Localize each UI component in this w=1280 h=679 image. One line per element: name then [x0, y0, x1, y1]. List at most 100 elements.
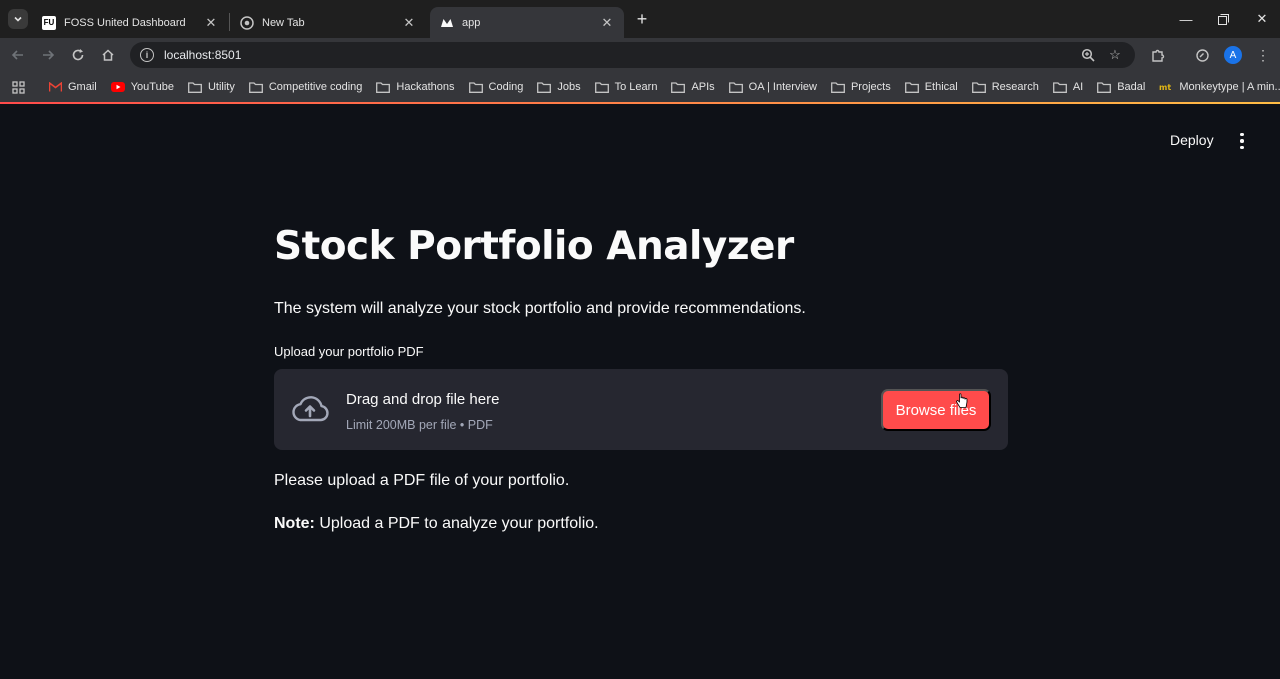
bookmark-label: Competitive coding	[268, 81, 363, 93]
tab-title: FOSS United Dashboard	[64, 16, 186, 29]
apps-grid-icon[interactable]	[12, 78, 25, 96]
dropzone-limit-text: Limit 200MB per file • PDF	[346, 418, 493, 432]
main-menu-icon[interactable]	[1232, 130, 1252, 152]
bookmark-folder[interactable]: Utility	[182, 76, 243, 98]
cloud-upload-icon	[292, 396, 329, 422]
bookmark-folder[interactable]: APIs	[665, 76, 722, 98]
bookmark-label: Hackathons	[396, 81, 455, 93]
bookmark-label: AI	[1072, 81, 1084, 93]
tab-title: app	[462, 16, 481, 29]
bookmark-label: Research	[991, 81, 1039, 93]
address-bar[interactable]: i localhost:8501 ☆	[130, 42, 1135, 68]
folder-icon	[188, 81, 202, 93]
info-message: Please upload a PDF file of your portfol…	[274, 472, 570, 489]
restore-icon[interactable]	[1212, 8, 1234, 30]
minimize-icon[interactable]: —	[1175, 8, 1197, 30]
uploader-label: Upload your portfolio PDF	[274, 344, 424, 359]
bookmark-label: Projects	[850, 81, 891, 93]
bookmark-folder[interactable]: Research	[966, 76, 1047, 98]
close-icon[interactable]: ✕	[402, 15, 416, 30]
bookmark-folder[interactable]: Projects	[825, 76, 899, 98]
streamlit-icon	[440, 16, 454, 30]
bookmark-label: To Learn	[614, 81, 658, 93]
folder-icon	[1052, 81, 1067, 93]
foss-united-favicon-icon: FU	[42, 15, 56, 30]
bookmark-folder[interactable]: Badal	[1091, 76, 1153, 98]
note-label: Note:	[274, 515, 315, 532]
deploy-button[interactable]: Deploy	[1160, 130, 1224, 150]
folder-icon	[376, 81, 391, 93]
folder-icon	[537, 81, 552, 93]
bookmark-folder[interactable]: Hackathons	[370, 76, 462, 98]
bookmark-label: YouTube	[130, 81, 174, 93]
tab-app[interactable]: app ✕	[430, 7, 624, 38]
performance-icon[interactable]	[1191, 44, 1213, 66]
site-info-icon[interactable]: i	[140, 48, 154, 62]
folder-icon	[468, 81, 483, 93]
bookmark-label: Coding	[488, 81, 524, 93]
browse-files-button[interactable]: Browse files	[881, 389, 991, 431]
browser-menu-icon[interactable]: ⋮	[1252, 44, 1274, 66]
bookmark-folder[interactable]: AI	[1047, 76, 1091, 98]
chevron-down-icon	[14, 16, 22, 22]
zoom-icon[interactable]	[1080, 47, 1096, 63]
gmail-icon	[49, 82, 62, 92]
bookmark-folder[interactable]: To Learn	[589, 76, 666, 98]
bookmark-label: Utility	[207, 81, 235, 93]
folder-icon	[248, 81, 263, 93]
folder-icon	[971, 81, 986, 93]
close-icon[interactable]: ✕	[204, 15, 218, 30]
profile-avatar[interactable]: A	[1224, 46, 1242, 64]
hand-cursor-icon	[956, 393, 968, 408]
bookmarks-bar: Gmail YouTube Utility Competitive coding…	[0, 72, 1280, 102]
close-window-icon[interactable]: ✕	[1251, 8, 1273, 30]
dropzone-title: Drag and drop file here	[346, 391, 500, 408]
browser-tab-strip: FU FOSS United Dashboard ✕ New Tab ✕ app…	[0, 0, 1280, 38]
note-text: Upload a PDF to analyze your portfolio.	[314, 515, 599, 532]
tab-new-tab[interactable]: New Tab ✕	[230, 7, 426, 38]
back-arrow-icon[interactable]	[7, 44, 29, 66]
tab-foss-united[interactable]: FU FOSS United Dashboard ✕	[32, 7, 228, 38]
tab-search-button[interactable]	[8, 9, 28, 29]
browser-toolbar: i localhost:8501 ☆ A ⋮	[0, 38, 1280, 72]
bookmark-label: Jobs	[557, 81, 581, 93]
bookmark-label: OA | Interview	[748, 81, 817, 93]
bookmark-folder[interactable]: Competitive coding	[243, 76, 371, 98]
folder-icon	[671, 81, 686, 93]
chrome-icon	[240, 15, 254, 30]
file-dropzone[interactable]: Drag and drop file here Limit 200MB per …	[274, 369, 1008, 450]
monkeytype-icon: mt	[1159, 82, 1173, 92]
folder-icon	[1097, 81, 1112, 93]
forward-arrow-icon[interactable]	[37, 44, 59, 66]
bookmark-star-icon[interactable]: ☆	[1107, 47, 1123, 63]
bookmark-label: Gmail	[68, 81, 97, 93]
app-viewport: Deploy Stock Portfolio Analyzer The syst…	[0, 104, 1280, 679]
extensions-icon[interactable]	[1147, 44, 1169, 66]
folder-icon	[594, 81, 609, 93]
close-icon[interactable]: ✕	[600, 15, 614, 30]
page-description: The system will analyze your stock portf…	[274, 300, 806, 317]
folder-icon	[728, 81, 743, 93]
bookmark-folder[interactable]: Ethical	[899, 76, 966, 98]
bookmark-monkeytype[interactable]: mt Monkeytype | A min...	[1153, 76, 1280, 98]
reload-icon[interactable]	[67, 44, 89, 66]
bookmark-folder[interactable]: OA | Interview	[723, 76, 825, 98]
bookmark-label: Monkeytype | A min...	[1179, 81, 1280, 93]
folder-icon	[904, 81, 919, 93]
new-tab-button[interactable]: +	[632, 9, 652, 29]
bookmark-gmail[interactable]: Gmail	[43, 76, 105, 98]
note-message: Note: Upload a PDF to analyze your portf…	[274, 515, 599, 533]
svg-text:mt: mt	[1159, 83, 1171, 92]
page-title: Stock Portfolio Analyzer	[274, 224, 794, 269]
bookmark-folder[interactable]: Jobs	[531, 76, 588, 98]
bookmark-youtube[interactable]: YouTube	[105, 76, 182, 98]
youtube-icon	[110, 82, 125, 92]
bookmark-label: Badal	[1117, 81, 1146, 93]
bookmark-label: APIs	[691, 81, 715, 93]
tab-title: New Tab	[262, 16, 305, 29]
home-icon[interactable]	[97, 44, 119, 66]
bookmark-folder[interactable]: Coding	[463, 76, 532, 98]
folder-icon	[831, 81, 845, 93]
url-text: localhost:8501	[164, 48, 242, 62]
bookmark-label: Ethical	[924, 81, 958, 93]
